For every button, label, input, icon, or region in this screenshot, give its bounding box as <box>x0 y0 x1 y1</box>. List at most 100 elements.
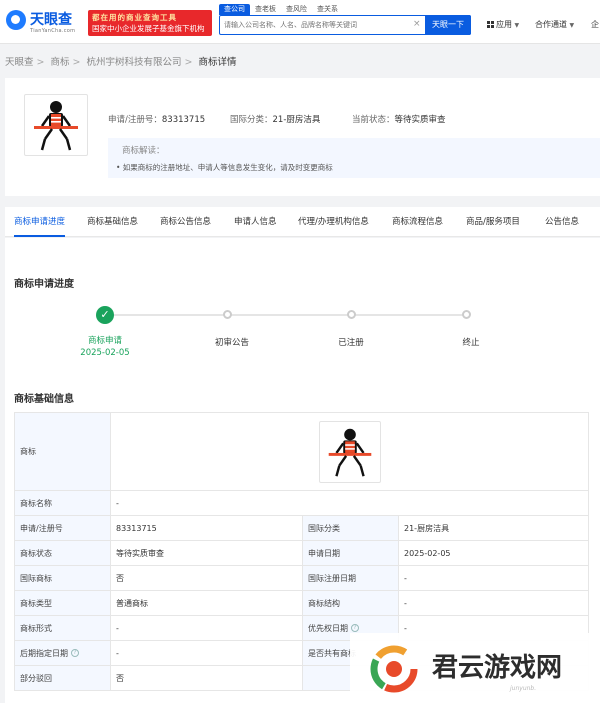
tab-application-progress[interactable]: 商标申请进度 <box>14 207 66 237</box>
step-dot-registered <box>347 310 356 319</box>
structure-label: 商标结构 <box>302 590 399 616</box>
search-tabs: 查公司 查老板 查风险 查关系 <box>219 4 343 15</box>
search-tab-relation[interactable]: 查关系 <box>312 4 343 15</box>
chevron-down-icon: ▼ <box>514 22 520 29</box>
top-bar: 天眼查 TianYanCha.com 都在用的商业查询工具 国家中小企业发展子基… <box>0 0 600 44</box>
name-value: - <box>110 490 589 516</box>
robot-figure-icon <box>34 101 78 151</box>
search-tab-company[interactable]: 查公司 <box>219 4 250 15</box>
later-designation-value: - <box>110 640 303 666</box>
site-logo[interactable]: 天眼查 TianYanCha.com <box>6 8 86 38</box>
breadcrumb-trademark[interactable]: 商标 <box>51 57 70 68</box>
later-designation-cell: 后期指定日期? <box>14 640 111 666</box>
progress-track <box>105 314 467 316</box>
status-label: 商标状态 <box>14 540 111 566</box>
watermark-text: 君云游戏网 <box>432 653 563 683</box>
step-label-registered: 已注册 <box>338 338 364 348</box>
step-dot-terminated <box>462 310 471 319</box>
partial-reject-value: 否 <box>110 665 303 691</box>
table-row: 申请/注册号 83313715 国际分类 21-厨房洁具 <box>14 515 589 541</box>
later-designation-label: 后期指定日期 <box>20 648 68 658</box>
tab-applicant-info[interactable]: 申请人信息 <box>234 207 277 237</box>
table-row: 国际商标 否 国际注册日期 - <box>14 565 589 591</box>
class-label: 国际分类 <box>302 515 399 541</box>
info-icon[interactable]: ? <box>351 624 359 632</box>
summary-reg-no: 申请/注册号：83313715 <box>108 113 205 125</box>
search-button[interactable]: 天眼一下 <box>425 15 471 35</box>
logo-text: 天眼查 <box>30 12 72 28</box>
class-value: 21-厨房洁具 <box>272 115 321 125</box>
step-date-application: 2025-02-05 <box>80 348 130 358</box>
logo-eye-icon <box>6 10 26 30</box>
notice-title: 商标解读： <box>122 146 165 156</box>
class-label: 国际分类： <box>230 115 273 125</box>
trademark-label: 商标 <box>14 412 111 491</box>
notice-text: • 如果商标的注册地址、申请人等信息发生变化，请及时变更商标 <box>116 163 333 172</box>
intl-reg-date-value: - <box>398 565 589 591</box>
detail-tabs: 商标申请进度 商标基础信息 商标公告信息 申请人信息 代理/办理机构信息 商标流… <box>5 207 600 237</box>
trademark-image[interactable] <box>24 94 88 156</box>
clear-icon[interactable]: × <box>413 19 421 29</box>
tab-goods-services[interactable]: 商品/服务项目 <box>466 207 520 237</box>
apply-date-value: 2025-02-05 <box>398 540 589 566</box>
type-label: 商标类型 <box>14 590 111 616</box>
checkmark-icon: ✓ <box>96 306 114 324</box>
step-label-initial-announcement: 初审公告 <box>214 338 249 348</box>
table-row: 商标状态 等待实质审查 申请日期 2025-02-05 <box>14 540 589 566</box>
trademark-notice: 商标解读： • 如果商标的注册地址、申请人等信息发生变化，请及时变更商标 <box>108 138 600 178</box>
tab-announcement-info[interactable]: 商标公告信息 <box>160 207 211 237</box>
trademark-summary-card: 申请/注册号：83313715 国际分类：21-厨房洁具 当前状态：等待实质审查… <box>5 78 600 196</box>
form-value: - <box>110 615 303 641</box>
reg-no-value: 83313715 <box>161 115 206 125</box>
tab-agency-info[interactable]: 代理/办理机构信息 <box>298 207 369 237</box>
nav-app-menu[interactable]: 应用 ▼ <box>487 19 519 30</box>
class-value: 21-厨房洁具 <box>398 515 589 541</box>
intl-reg-date-label: 国际注册日期 <box>302 565 399 591</box>
breadcrumb-home[interactable]: 天眼查 <box>5 57 34 68</box>
reg-no-label: 申请/注册号 <box>14 515 111 541</box>
name-label: 商标名称 <box>14 490 111 516</box>
tab-bulletin[interactable]: 公告信息 <box>545 207 579 237</box>
watermark-overlay: 君云游戏网 junyunb. <box>350 633 600 703</box>
promo-line-1: 都在用的商业查询工具 <box>92 13 177 22</box>
tab-process-info[interactable]: 商标流程信息 <box>392 207 443 237</box>
watermark-subtext: junyunb. <box>510 685 537 692</box>
breadcrumb-current: 商标详情 <box>198 57 237 68</box>
structure-value: - <box>398 590 589 616</box>
search-input[interactable] <box>220 16 416 34</box>
promo-line-2: 国家中小企业发展子基金旗下机构 <box>92 24 205 33</box>
priority-date-label: 优先权日期 <box>308 623 348 633</box>
breadcrumb: 天眼查 > 商标 > 杭州宇树科技有限公司 > 商标详情 <box>5 57 237 68</box>
apply-date-label: 申请日期 <box>302 540 399 566</box>
status-value: 等待实质审查 <box>394 115 446 125</box>
grid-icon <box>487 21 494 28</box>
intl-trademark-value: 否 <box>110 565 303 591</box>
robot-figure-icon <box>328 428 371 477</box>
table-row: 商标名称 - <box>14 490 589 516</box>
table-row: 商标 <box>14 412 589 491</box>
reg-no-value: 83313715 <box>110 515 303 541</box>
search-box: × 天眼一下 <box>219 15 471 35</box>
tab-basic-info[interactable]: 商标基础信息 <box>87 207 138 237</box>
nav-app-label: 应用 <box>496 20 512 29</box>
trademark-image-cell <box>110 412 589 491</box>
summary-class: 国际分类：21-厨房洁具 <box>230 113 320 125</box>
progress-section-title: 商标申请进度 <box>14 279 74 290</box>
step-label-terminated: 终止 <box>462 338 480 348</box>
nav-enterprise-menu[interactable]: 企 <box>591 19 599 30</box>
breadcrumb-company[interactable]: 杭州宇树科技有限公司 <box>87 57 182 68</box>
step-dot-initial-announcement <box>223 310 232 319</box>
logo-subtitle: TianYanCha.com <box>30 28 76 34</box>
search-tab-boss[interactable]: 查老板 <box>250 4 281 15</box>
trademark-image-large[interactable] <box>318 420 381 483</box>
nav-partner-menu[interactable]: 合作通道 ▼ <box>535 19 574 30</box>
table-row: 商标类型 普通商标 商标结构 - <box>14 590 589 616</box>
promo-banner[interactable]: 都在用的商业查询工具 国家中小企业发展子基金旗下机构 <box>88 10 212 36</box>
watermark-logo-icon <box>370 645 418 693</box>
step-label-application: 商标申请 <box>87 336 122 346</box>
form-label: 商标形式 <box>14 615 111 641</box>
chevron-down-icon: ▼ <box>569 22 575 29</box>
search-tab-risk[interactable]: 查风险 <box>281 4 312 15</box>
info-icon[interactable]: ? <box>71 649 79 657</box>
reg-no-label: 申请/注册号： <box>108 115 162 125</box>
